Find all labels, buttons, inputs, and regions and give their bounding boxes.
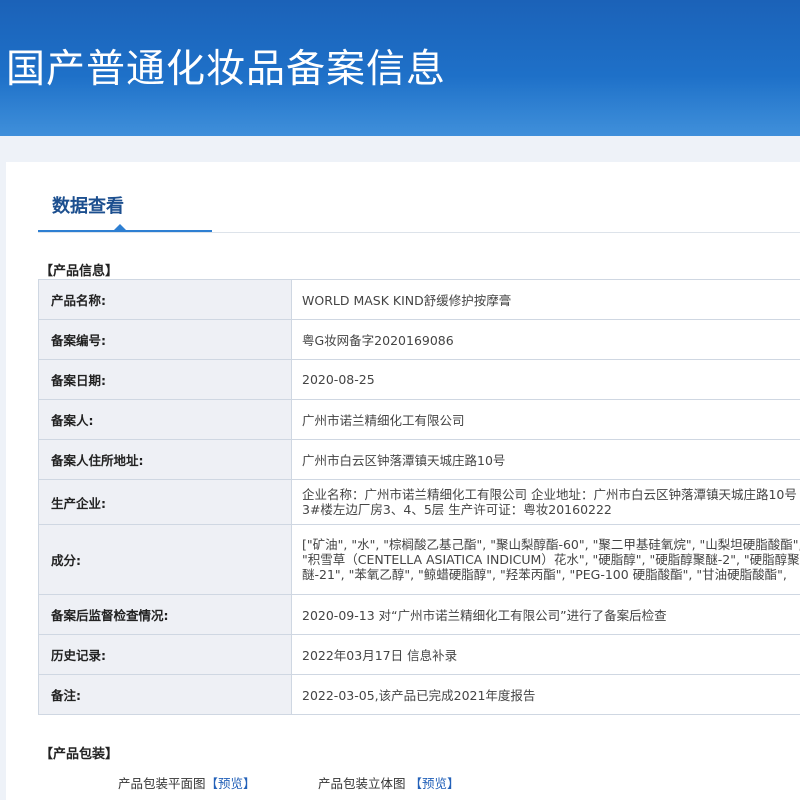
row-label: 历史记录: <box>38 634 292 675</box>
section-title-product-info: 【产品信息】 <box>40 264 119 279</box>
row-label: 备案编号: <box>38 319 292 360</box>
row-label: 备案人住所地址: <box>38 439 292 480</box>
section-title-packaging: 【产品包装】 <box>40 747 119 762</box>
table-row: 生产企业: 企业名称：广州市诺兰精细化工有限公司 企业地址：广州市白云区钟落潭镇… <box>38 479 800 525</box>
tab-caret-icon <box>114 224 126 230</box>
row-label: 备案人: <box>38 399 292 440</box>
table-row: 备案日期: 2020-08-25 <box>38 359 800 400</box>
page-title: 国产普通化妆品备案信息 <box>6 47 447 92</box>
table-row: 产品名称: WORLD MASK KIND舒缓修护按摩膏 <box>38 279 800 320</box>
row-value: 广州市白云区钟落潭镇天城庄路10号 <box>291 439 800 480</box>
page-banner: 国产普通化妆品备案信息 <box>0 0 800 136</box>
row-value: WORLD MASK KIND舒缓修护按摩膏 <box>291 279 800 320</box>
tab-divider <box>38 232 800 233</box>
row-label: 产品名称: <box>38 279 292 320</box>
packaging-solid-preview-link[interactable]: 【预览】 <box>410 776 460 791</box>
row-label: 备案后监督检查情况: <box>38 594 292 635</box>
row-value: ["矿油", "水", "棕榈酸乙基己酯", "聚山梨醇酯-60", "聚二甲基… <box>291 524 800 595</box>
row-label: 成分: <box>38 524 292 595</box>
row-value: 2022-03-05,该产品已完成2021年度报告 <box>291 674 800 715</box>
row-value: 企业名称：广州市诺兰精细化工有限公司 企业地址：广州市白云区钟落潭镇天城庄路10… <box>291 479 800 525</box>
packaging-solid-label: 产品包装立体图 <box>318 776 406 791</box>
row-value: 2020-08-25 <box>291 359 800 400</box>
content-panel: 数据查看 【产品信息】 产品名称: WORLD MASK KIND舒缓修护按摩膏… <box>6 162 800 800</box>
product-info-table: 产品名称: WORLD MASK KIND舒缓修护按摩膏 备案编号: 粤G妆网备… <box>38 279 800 715</box>
packaging-flat-label: 产品包装平面图 <box>118 776 206 791</box>
tab-data-view-label[interactable]: 数据查看 <box>52 192 124 218</box>
row-value: 2020-09-13 对“广州市诺兰精细化工有限公司”进行了备案后检查 <box>291 594 800 635</box>
table-row: 备案后监督检查情况: 2020-09-13 对“广州市诺兰精细化工有限公司”进行… <box>38 594 800 635</box>
table-row: 备案人住所地址: 广州市白云区钟落潭镇天城庄路10号 <box>38 439 800 480</box>
table-row: 成分: ["矿油", "水", "棕榈酸乙基己酯", "聚山梨醇酯-60", "… <box>38 524 800 595</box>
row-value-text: ["矿油", "水", "棕榈酸乙基己酯", "聚山梨醇酯-60", "聚二甲基… <box>302 537 800 582</box>
table-row: 备注: 2022-03-05,该产品已完成2021年度报告 <box>38 674 800 715</box>
table-row: 备案人: 广州市诺兰精细化工有限公司 <box>38 399 800 440</box>
row-label: 备案日期: <box>38 359 292 400</box>
row-label: 生产企业: <box>38 479 292 525</box>
row-value-text: 企业名称：广州市诺兰精细化工有限公司 企业地址：广州市白云区钟落潭镇天城庄路10… <box>302 487 797 517</box>
packaging-flat: 产品包装平面图【预览】 <box>118 773 256 792</box>
row-label: 备注: <box>38 674 292 715</box>
packaging-solid: 产品包装立体图 【预览】 <box>318 773 460 792</box>
row-value: 广州市诺兰精细化工有限公司 <box>291 399 800 440</box>
table-row: 备案编号: 粤G妆网备字2020169086 <box>38 319 800 360</box>
packaging-flat-preview-link[interactable]: 【预览】 <box>206 776 256 791</box>
table-row: 历史记录: 2022年03月17日 信息补录 <box>38 634 800 675</box>
row-value: 2022年03月17日 信息补录 <box>291 634 800 675</box>
row-value: 粤G妆网备字2020169086 <box>291 319 800 360</box>
